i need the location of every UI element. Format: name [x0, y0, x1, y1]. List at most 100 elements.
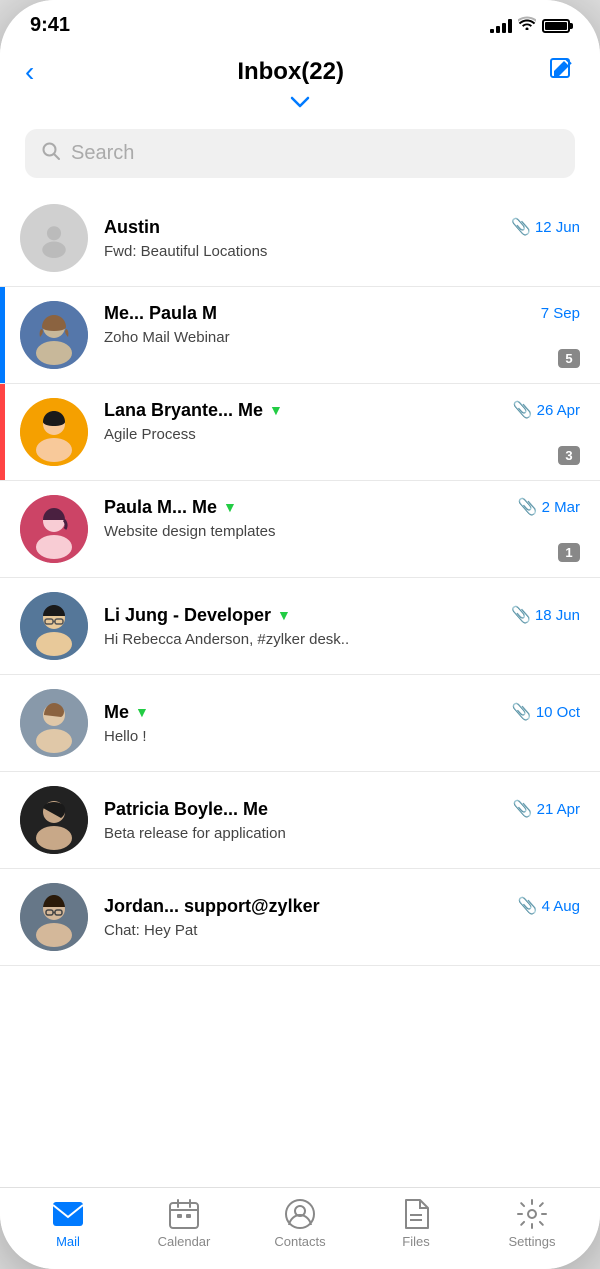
nav-item-contacts[interactable]: Contacts — [242, 1198, 358, 1249]
nav-label-settings: Settings — [509, 1234, 556, 1249]
chevron-down-icon — [290, 92, 310, 113]
email-item-me[interactable]: Me ▼ 📎 10 Oct Hello ! — [0, 675, 600, 772]
search-icon — [41, 141, 61, 166]
nav-label-calendar: Calendar — [158, 1234, 211, 1249]
email-item-patricia[interactable]: Patricia Boyle... Me 📎 21 Apr Beta relea… — [0, 772, 600, 869]
email-subject: Hi Rebecca Anderson, #zylker desk.. — [104, 631, 580, 648]
avatar-lijung — [20, 592, 88, 660]
nav-label-mail: Mail — [56, 1234, 80, 1249]
email-item-paula[interactable]: Me... Paula M 7 Sep Zoho Mail Webinar 5 — [0, 287, 600, 384]
email-date: 21 Apr — [537, 801, 580, 818]
email-item-lana[interactable]: Lana Bryante... Me ▼ 📎 26 Apr Agile Proc… — [0, 384, 600, 481]
email-date: 26 Apr — [537, 402, 580, 419]
email-content-patricia: Patricia Boyle... Me 📎 21 Apr Beta relea… — [104, 799, 580, 842]
sender-name: Patricia Boyle... Me — [104, 799, 268, 820]
nav-label-files: Files — [402, 1234, 429, 1249]
nav-label-contacts: Contacts — [274, 1234, 325, 1249]
avatar-lana — [20, 398, 88, 466]
email-date: 4 Aug — [542, 898, 580, 915]
email-content-paula: Me... Paula M 7 Sep Zoho Mail Webinar 5 — [104, 303, 580, 368]
avatar-austin — [20, 204, 88, 272]
avatar-paulam — [20, 495, 88, 563]
contacts-icon — [284, 1198, 316, 1230]
email-date: 10 Oct — [536, 704, 580, 721]
nav-item-mail[interactable]: Mail — [10, 1198, 126, 1249]
header-chevron[interactable] — [0, 88, 600, 121]
wifi-icon — [518, 16, 536, 35]
settings-icon — [516, 1198, 548, 1230]
email-content-me: Me ▼ 📎 10 Oct Hello ! — [104, 702, 580, 745]
avatar-paula — [20, 301, 88, 369]
email-meta: 📎 21 Apr — [513, 799, 580, 819]
flag-icon: ▼ — [223, 499, 237, 515]
email-meta: 📎 4 Aug — [518, 896, 580, 916]
count-badge: 3 — [558, 446, 580, 465]
email-meta: 📎 18 Jun — [511, 605, 580, 625]
flag-icon: ▼ — [269, 402, 283, 418]
nav-item-files[interactable]: Files — [358, 1198, 474, 1249]
inbox-title: Inbox(22) — [237, 58, 344, 86]
email-item-lijung[interactable]: Li Jung - Developer ▼ 📎 18 Jun Hi Rebecc… — [0, 578, 600, 675]
bottom-nav: Mail Calendar — [0, 1187, 600, 1269]
sender-name: Lana Bryante... Me ▼ — [104, 400, 283, 421]
compose-button[interactable] — [547, 55, 575, 88]
email-content-paulam: Paula M... Me ▼ 📎 2 Mar Website design t… — [104, 497, 580, 562]
calendar-icon — [168, 1198, 200, 1230]
email-item-jordan[interactable]: Jordan... support@zylker 📎 4 Aug Chat: H… — [0, 869, 600, 966]
search-placeholder: Search — [71, 142, 134, 165]
email-subject: Beta release for application — [104, 825, 580, 842]
avatar-jordan — [20, 883, 88, 951]
count-badge: 5 — [558, 349, 580, 368]
email-content-lana: Lana Bryante... Me ▼ 📎 26 Apr Agile Proc… — [104, 400, 580, 465]
email-meta: 📎 2 Mar — [518, 497, 580, 517]
sender-name: Jordan... support@zylker — [104, 896, 320, 917]
email-item-paulam[interactable]: Paula M... Me ▼ 📎 2 Mar Website design t… — [0, 481, 600, 578]
email-date: 7 Sep — [541, 305, 580, 322]
attachment-icon: 📎 — [513, 400, 533, 420]
battery-icon — [542, 19, 570, 33]
email-content-lijung: Li Jung - Developer ▼ 📎 18 Jun Hi Rebecc… — [104, 605, 580, 648]
email-subject: Website design templates — [104, 523, 580, 540]
email-date: 12 Jun — [535, 219, 580, 236]
email-date: 18 Jun — [535, 607, 580, 624]
sender-name: Paula M... Me ▼ — [104, 497, 237, 518]
attachment-icon: 📎 — [518, 896, 538, 916]
nav-item-calendar[interactable]: Calendar — [126, 1198, 242, 1249]
count-badge: 1 — [558, 543, 580, 562]
back-button[interactable]: ‹ — [25, 58, 34, 86]
phone-frame: 9:41 ‹ Inbox(22) — [0, 0, 600, 1269]
email-content-jordan: Jordan... support@zylker 📎 4 Aug Chat: H… — [104, 896, 580, 939]
email-subject: Fwd: Beautiful Locations — [104, 243, 580, 260]
email-subject: Chat: Hey Pat — [104, 922, 580, 939]
email-meta: 7 Sep — [541, 305, 580, 322]
email-meta: 📎 12 Jun — [511, 217, 580, 237]
attachment-icon: 📎 — [518, 497, 538, 517]
status-icons — [490, 16, 570, 35]
email-date: 2 Mar — [542, 499, 580, 516]
email-subject: Agile Process — [104, 426, 580, 443]
sender-name: Me... Paula M — [104, 303, 217, 324]
flag-icon: ▼ — [135, 704, 149, 720]
attachment-icon: 📎 — [511, 217, 531, 237]
sender-name: Austin — [104, 217, 160, 238]
sender-name: Li Jung - Developer ▼ — [104, 605, 291, 626]
avatar-me — [20, 689, 88, 757]
email-item-austin[interactable]: Austin 📎 12 Jun Fwd: Beautiful Locations — [0, 190, 600, 287]
flag-icon: ▼ — [277, 607, 291, 623]
sender-name: Me ▼ — [104, 702, 149, 723]
email-subject: Zoho Mail Webinar — [104, 329, 580, 346]
status-bar: 9:41 — [0, 0, 600, 45]
status-time: 9:41 — [30, 14, 70, 37]
mail-icon — [52, 1198, 84, 1230]
avatar-patricia — [20, 786, 88, 854]
email-list: Austin 📎 12 Jun Fwd: Beautiful Locations — [0, 190, 600, 1187]
attachment-icon: 📎 — [513, 799, 533, 819]
email-subject: Hello ! — [104, 728, 580, 745]
header: ‹ Inbox(22) — [0, 45, 600, 88]
email-meta: 📎 26 Apr — [513, 400, 580, 420]
nav-item-settings[interactable]: Settings — [474, 1198, 590, 1249]
email-meta: 📎 10 Oct — [512, 702, 580, 722]
signal-bars-icon — [490, 19, 512, 33]
files-icon — [400, 1198, 432, 1230]
search-bar[interactable]: Search — [25, 129, 575, 178]
